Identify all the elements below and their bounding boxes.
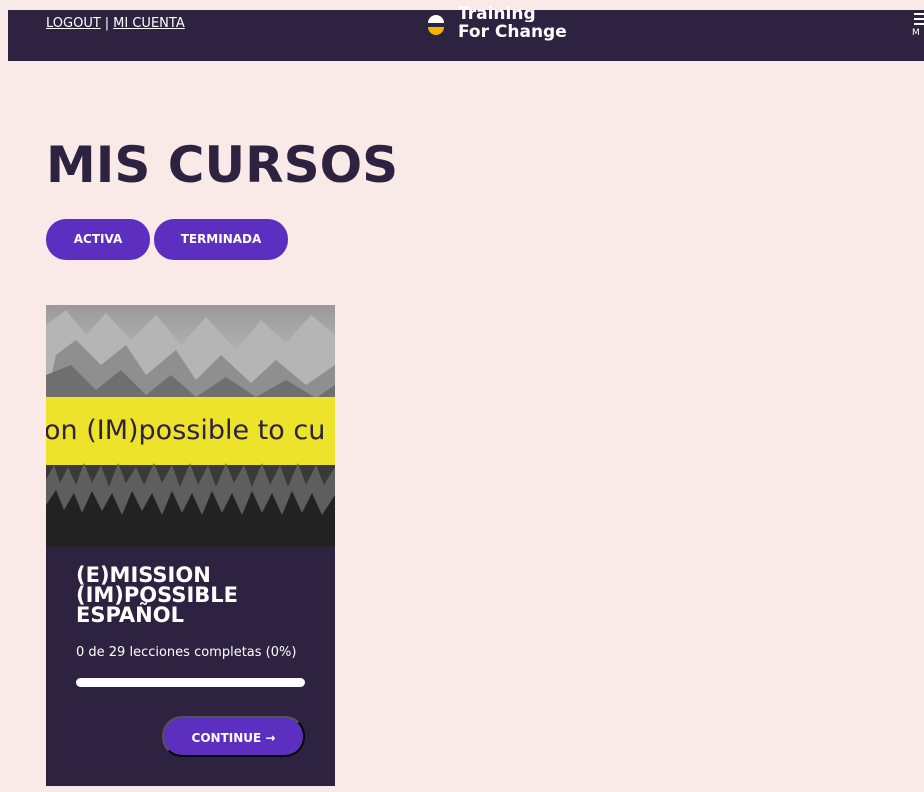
training-for-change-logo-icon: [428, 15, 444, 35]
continue-button[interactable]: CONTINUE →: [162, 716, 305, 757]
menu-label: M: [912, 28, 920, 38]
page-title: MIS CURSOS: [46, 136, 399, 194]
site-logo[interactable]: Training For Change: [428, 6, 628, 46]
course-card[interactable]: on (IM)possible to cu (E)MISSION (IM)POS…: [46, 305, 335, 786]
course-title-line: (E)MISSION: [76, 563, 211, 587]
course-title-line: (IM)POSSIBLE: [76, 583, 239, 607]
course-title[interactable]: (E)MISSION (IM)POSSIBLE ESPAÑOL: [76, 563, 316, 627]
course-title-line: ESPAÑOL: [76, 603, 184, 627]
account-links: LOGOUT | MI CUENTA: [46, 16, 185, 31]
my-account-link[interactable]: MI CUENTA: [113, 16, 185, 31]
filter-finished-button[interactable]: TERMINADA: [154, 219, 288, 260]
logo-line-1: Training: [458, 6, 536, 22]
site-header: LOGOUT | MI CUENTA Training For Change M: [8, 6, 924, 61]
link-separator: |: [104, 16, 110, 31]
logout-link[interactable]: LOGOUT: [46, 16, 101, 31]
menu-button[interactable]: M: [912, 10, 924, 42]
progress-text: 0 de 29 lecciones completas (0%): [76, 645, 297, 660]
logo-line-2: For Change: [458, 22, 567, 42]
course-banner-text: on (IM)possible to cu: [46, 415, 326, 446]
course-image[interactable]: on (IM)possible to cu: [46, 305, 335, 547]
page: LOGOUT | MI CUENTA Training For Change M M…: [0, 0, 924, 792]
filter-active-button[interactable]: ACTIVA: [46, 219, 150, 260]
progress-bar: [76, 678, 305, 687]
hamburger-menu-icon: [914, 10, 924, 25]
logo-text: Training For Change: [458, 6, 567, 41]
